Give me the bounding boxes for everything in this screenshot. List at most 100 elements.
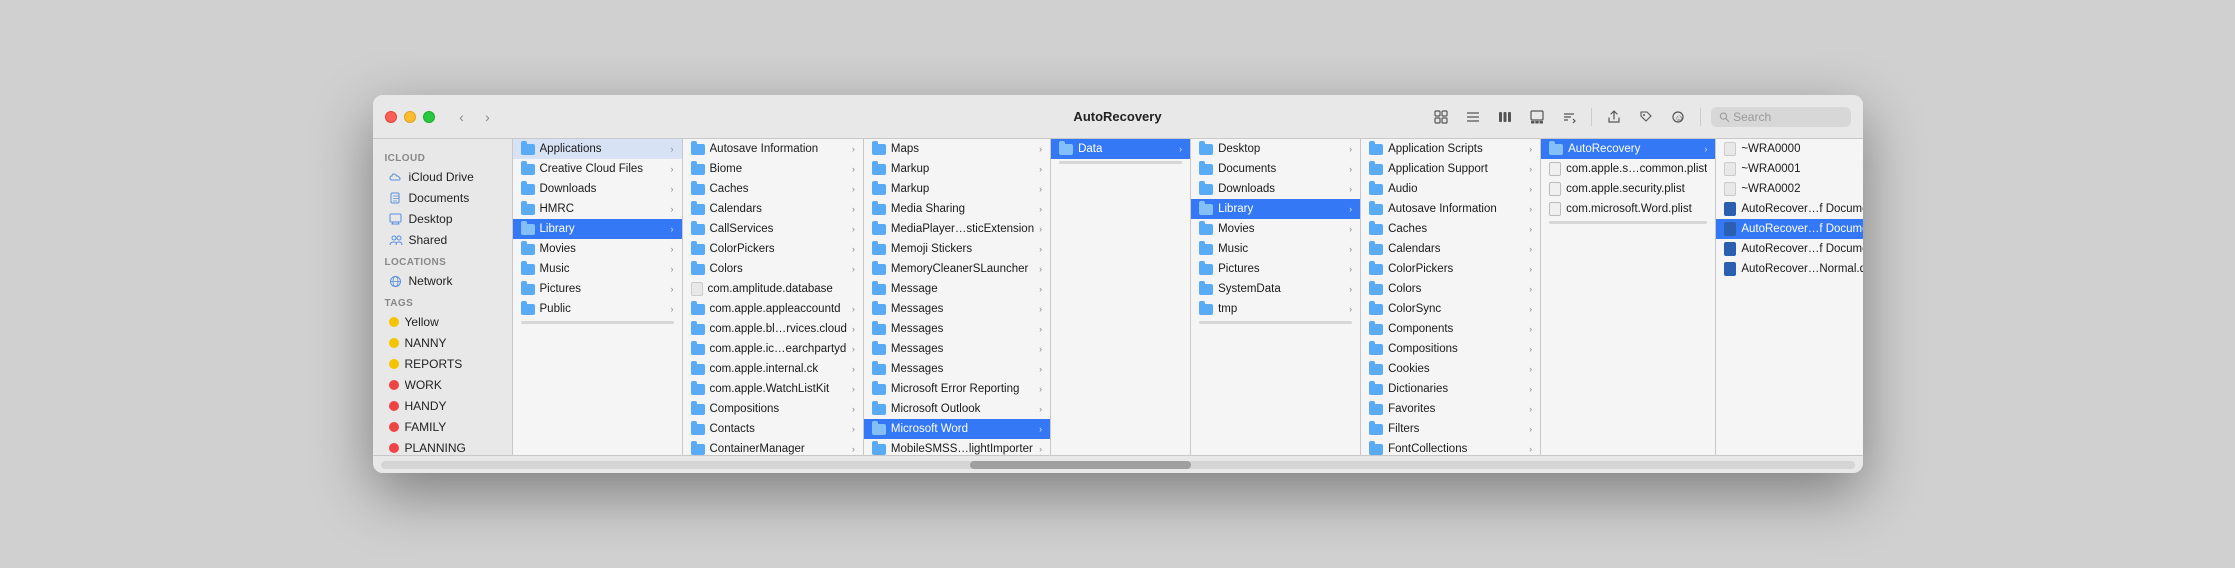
close-button[interactable] <box>385 111 397 123</box>
horizontal-scrollbar[interactable] <box>381 461 1855 469</box>
view-icon-columns[interactable] <box>1493 105 1517 129</box>
list-item[interactable]: Message › <box>864 279 1050 299</box>
sidebar-item-tag-yellow[interactable]: Yellow <box>377 312 508 332</box>
list-item[interactable]: Filters › <box>1361 419 1540 439</box>
list-item[interactable]: Microsoft Word › <box>864 419 1050 439</box>
list-item[interactable]: Memoji Stickers › <box>864 239 1050 259</box>
forward-button[interactable]: › <box>477 106 499 128</box>
list-item[interactable]: Desktop › <box>1191 139 1360 159</box>
list-item[interactable]: Microsoft Error Reporting › <box>864 379 1050 399</box>
list-item[interactable]: Markup › <box>864 159 1050 179</box>
list-item[interactable]: HMRC › <box>513 199 682 219</box>
list-item[interactable]: Documents › <box>1191 159 1360 179</box>
sidebar-item-tag-work[interactable]: WORK <box>377 375 508 395</box>
list-item[interactable]: com.apple.WatchListKit › <box>683 379 863 399</box>
list-item[interactable]: CallServices › <box>683 219 863 239</box>
list-item[interactable]: Creative Cloud Files › <box>513 159 682 179</box>
minimize-button[interactable] <box>404 111 416 123</box>
list-item[interactable]: Messages › <box>864 359 1050 379</box>
list-item[interactable]: ~WRA0002 <box>1716 179 1862 199</box>
list-item[interactable]: Dictionaries › <box>1361 379 1540 399</box>
list-item[interactable]: Library › <box>1191 199 1360 219</box>
list-item[interactable]: ColorSync › <box>1361 299 1540 319</box>
list-item[interactable]: tmp › <box>1191 299 1360 319</box>
sidebar-item-icloud-drive[interactable]: iCloud Drive <box>377 167 508 187</box>
list-item[interactable]: Messages › <box>864 339 1050 359</box>
list-item[interactable]: MediaPlayer…sticExtension › <box>864 219 1050 239</box>
list-item[interactable]: Media Sharing › <box>864 199 1050 219</box>
list-item[interactable]: Autosave Information › <box>1361 199 1540 219</box>
view-icon-grid[interactable] <box>1429 105 1453 129</box>
list-item[interactable]: Caches › <box>683 179 863 199</box>
list-item[interactable]: Colors › <box>683 259 863 279</box>
list-item[interactable]: AutoRecovery › <box>1541 139 1715 159</box>
list-item[interactable]: ~WRA0001 <box>1716 159 1862 179</box>
sidebar-item-documents[interactable]: Documents <box>377 188 508 208</box>
list-item[interactable]: ~WRA0000 <box>1716 139 1862 159</box>
list-item[interactable]: Downloads › <box>1191 179 1360 199</box>
list-item[interactable]: ColorPickers › <box>1361 259 1540 279</box>
list-item[interactable]: Calendars › <box>683 199 863 219</box>
list-item[interactable]: Microsoft Outlook › <box>864 399 1050 419</box>
list-item[interactable]: Library › <box>513 219 682 239</box>
list-item[interactable]: Biome › <box>683 159 863 179</box>
list-item[interactable]: Pictures › <box>1191 259 1360 279</box>
search-input[interactable] <box>1733 110 1842 124</box>
list-item[interactable]: Movies › <box>1191 219 1360 239</box>
list-item[interactable]: MemoryCleanerSLauncher › <box>864 259 1050 279</box>
list-item[interactable]: Movies › <box>513 239 682 259</box>
sidebar-item-tag-planning[interactable]: PLANNING <box>377 438 508 455</box>
more-button[interactable]: ☺ <box>1666 105 1690 129</box>
list-item[interactable]: com.apple.internal.ck › <box>683 359 863 379</box>
list-item[interactable]: Public › <box>513 299 682 319</box>
list-item[interactable]: com.apple.bl…rvices.cloud › <box>683 319 863 339</box>
list-item[interactable]: com.apple.appleaccountd › <box>683 299 863 319</box>
list-item[interactable]: Contacts › <box>683 419 863 439</box>
sidebar-item-tag-handy[interactable]: HANDY <box>377 396 508 416</box>
list-item[interactable]: Compositions › <box>683 399 863 419</box>
list-item[interactable]: com.microsoft.Word.plist <box>1541 199 1715 219</box>
list-item[interactable]: Favorites › <box>1361 399 1540 419</box>
list-item[interactable]: AutoRecover…f Document3 <box>1716 239 1862 259</box>
list-item[interactable]: Components › <box>1361 319 1540 339</box>
list-item[interactable]: Application Support › <box>1361 159 1540 179</box>
list-item[interactable]: ContainerManager › <box>683 439 863 455</box>
list-item[interactable]: com.amplitude.database <box>683 279 863 299</box>
sidebar-item-network[interactable]: Network <box>377 271 508 291</box>
tag-button[interactable] <box>1634 105 1658 129</box>
list-item[interactable]: Downloads › <box>513 179 682 199</box>
list-item[interactable]: MobileSMSS…lightImporter › <box>864 439 1050 455</box>
list-item[interactable]: Colors › <box>1361 279 1540 299</box>
sidebar-item-shared[interactable]: Shared <box>377 230 508 250</box>
list-item[interactable]: Pictures › <box>513 279 682 299</box>
list-item[interactable]: Caches › <box>1361 219 1540 239</box>
list-item[interactable]: Compositions › <box>1361 339 1540 359</box>
sidebar-item-tag-family[interactable]: FAMILY <box>377 417 508 437</box>
list-item[interactable]: Music › <box>1191 239 1360 259</box>
list-item[interactable]: com.apple.security.plist <box>1541 179 1715 199</box>
list-item[interactable]: Cookies › <box>1361 359 1540 379</box>
list-item[interactable]: Maps › <box>864 139 1050 159</box>
list-item[interactable]: SystemData › <box>1191 279 1360 299</box>
view-icon-gallery[interactable] <box>1525 105 1549 129</box>
back-button[interactable]: ‹ <box>451 106 473 128</box>
list-item[interactable]: Messages › <box>864 319 1050 339</box>
sort-button[interactable] <box>1557 105 1581 129</box>
sidebar-item-tag-nanny[interactable]: NANNY <box>377 333 508 353</box>
list-item[interactable]: Music › <box>513 259 682 279</box>
list-item[interactable]: Data › <box>1051 139 1190 159</box>
list-item[interactable]: com.apple.s…common.plist <box>1541 159 1715 179</box>
list-item[interactable]: FontCollections › <box>1361 439 1540 455</box>
list-item[interactable]: Autosave Information › <box>683 139 863 159</box>
search-box[interactable] <box>1711 107 1851 127</box>
list-item[interactable]: Markup › <box>864 179 1050 199</box>
list-item[interactable]: com.apple.ic…earchpartyd › <box>683 339 863 359</box>
sidebar-item-tag-reports[interactable]: REPORTS <box>377 354 508 374</box>
maximize-button[interactable] <box>423 111 435 123</box>
list-item[interactable]: ColorPickers › <box>683 239 863 259</box>
list-item[interactable]: Applications › <box>513 139 682 159</box>
list-item[interactable]: Audio › <box>1361 179 1540 199</box>
list-item[interactable]: AutoRecover…Normal.dotm <box>1716 259 1862 279</box>
list-item[interactable]: AutoRecover…f Document1 <box>1716 199 1862 219</box>
list-item[interactable]: Application Scripts › <box>1361 139 1540 159</box>
